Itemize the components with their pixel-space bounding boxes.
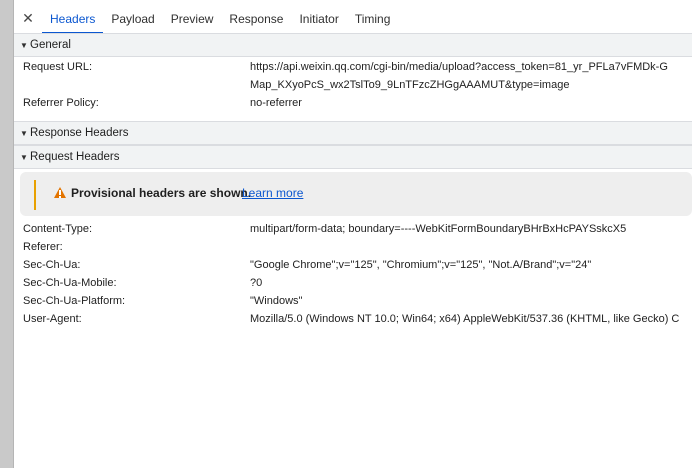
row-key: Sec-Ch-Ua-Mobile:: [23, 277, 117, 289]
provisional-headers-warning: Provisional headers are shown. Learn mor…: [20, 172, 692, 216]
section-general-title: General: [30, 39, 71, 51]
row-value: Mozilla/5.0 (Windows NT 10.0; Win64; x64…: [250, 313, 680, 325]
tab-timing[interactable]: Timing: [347, 5, 399, 33]
left-panel-gutter: [0, 0, 14, 468]
row-key: Referer:: [23, 241, 63, 253]
expand-triangle-icon: ▼: [20, 152, 28, 162]
request-url-value-continued: Map_KXyoPcS_wx2TslTo9_9LnTFzcZHGgAAAMUT&…: [250, 79, 570, 91]
request-url-value: https://api.weixin.qq.com/cgi-bin/media/…: [250, 61, 668, 73]
row-key: Referrer Policy:: [23, 97, 99, 109]
tab-response[interactable]: Response: [221, 5, 291, 33]
row-key: Sec-Ch-Ua:: [23, 259, 81, 271]
close-icon[interactable]: ✕: [14, 5, 42, 31]
tab-payload[interactable]: Payload: [103, 5, 162, 33]
row-key: Sec-Ch-Ua-Platform:: [23, 295, 126, 307]
tab-preview[interactable]: Preview: [163, 5, 222, 33]
section-request-headers-header[interactable]: ▼ Request Headers: [14, 145, 692, 169]
row-value: multipart/form-data; boundary=----WebKit…: [250, 223, 627, 235]
details-tab-bar: ✕ Headers Payload Preview Response Initi…: [14, 0, 692, 34]
section-response-headers-header[interactable]: ▼ Response Headers: [14, 121, 692, 145]
network-details-panel: ✕ Headers Payload Preview Response Initi…: [14, 0, 692, 468]
section-general-header[interactable]: ▼ General: [14, 33, 692, 57]
section-response-headers-title: Response Headers: [30, 127, 129, 139]
warning-icon-mark: [59, 190, 61, 195]
expand-triangle-icon: ▼: [20, 128, 28, 138]
warning-icon-dot: [59, 196, 61, 198]
row-value: ?0: [250, 277, 263, 289]
tab-headers[interactable]: Headers: [42, 5, 104, 34]
row-value: "Google Chrome";v="125", "Chromium";v="1…: [250, 259, 592, 271]
warning-text: Provisional headers are shown.: [71, 186, 252, 200]
general-row-referrer-policy: Referrer Policy: no-referrer: [23, 94, 692, 112]
tab-initiator[interactable]: Initiator: [291, 5, 346, 33]
row-key: Request URL:: [23, 61, 93, 73]
warning-accent-bar: [34, 180, 36, 210]
row-value: no-referrer: [250, 97, 302, 109]
learn-more-link[interactable]: Learn more: [242, 186, 303, 200]
row-value: "Windows": [250, 295, 303, 307]
section-request-headers-title: Request Headers: [30, 151, 120, 163]
row-key: Content-Type:: [23, 223, 93, 235]
expand-triangle-icon: ▼: [20, 40, 28, 50]
row-key: User-Agent:: [23, 313, 82, 325]
general-row-request-url: Request URL: https://api.weixin.qq.com/c…: [23, 58, 692, 94]
